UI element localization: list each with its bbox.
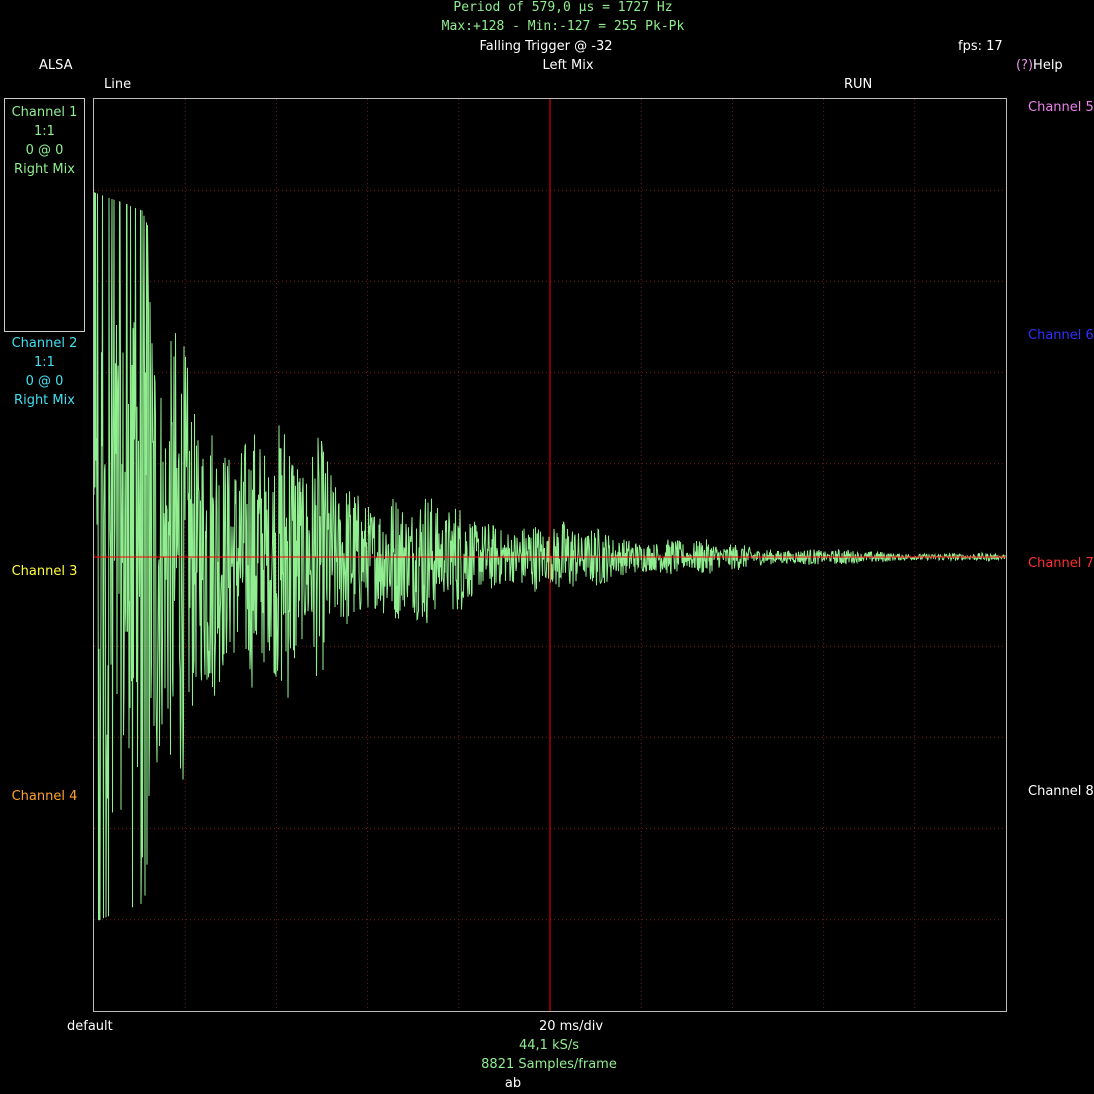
preset-name[interactable]: default (67, 1017, 113, 1036)
timebase[interactable]: 20 ms/div (539, 1017, 603, 1036)
channel-4-panel[interactable]: Channel 4 (4, 787, 85, 806)
trigger-mode[interactable]: Falling Trigger @ -32 (479, 37, 612, 56)
fps-counter: fps: 17 (958, 39, 1003, 54)
help-button[interactable]: (?)Help (1016, 56, 1063, 75)
run-state[interactable]: RUN (844, 75, 872, 94)
channel-1-panel[interactable]: Channel 1 1:1 0 @ 0 Right Mix (4, 103, 85, 179)
channel-8-label[interactable]: Channel 8 (1028, 784, 1094, 799)
channel-4-label: Channel 4 (11, 789, 78, 804)
channel-6-label[interactable]: Channel 6 (1028, 328, 1094, 343)
channel-1-scale[interactable]: 1:1 (4, 122, 85, 141)
audio-source[interactable]: ALSA (39, 56, 73, 75)
channel-2-scale[interactable]: 1:1 (4, 353, 85, 372)
channel-3-panel[interactable]: Channel 3 (4, 562, 85, 581)
channel-1-offset[interactable]: 0 @ 0 (4, 141, 85, 160)
channel-1-source[interactable]: Right Mix (4, 160, 85, 179)
display-mode[interactable]: ab (505, 1074, 521, 1093)
help-label: Help (1033, 58, 1063, 73)
channel-2-panel[interactable]: Channel 2 1:1 0 @ 0 Right Mix (4, 334, 85, 410)
period-readout: Period of 579,0 µs = 1727 Hz (453, 0, 673, 15)
trigger-channel[interactable]: Left Mix (542, 56, 593, 75)
scope-display[interactable] (93, 98, 1007, 1012)
help-icon: (?) (1016, 58, 1034, 73)
amplitude-readout: Max:+128 - Min:-127 = 255 Pk-Pk (441, 19, 685, 34)
channel-3-label: Channel 3 (11, 564, 78, 579)
channel-5-label[interactable]: Channel 5 (1028, 100, 1094, 115)
channel-7-label[interactable]: Channel 7 (1028, 556, 1094, 571)
channel-2-offset[interactable]: 0 @ 0 (4, 372, 85, 391)
channel-2-source[interactable]: Right Mix (4, 391, 85, 410)
samples-per-frame: 8821 Samples/frame (481, 1057, 617, 1072)
channel-2-label: Channel 2 (11, 336, 78, 351)
channel-1-label: Channel 1 (11, 105, 78, 120)
scope-svg (94, 99, 1006, 1011)
input-line[interactable]: Line (104, 75, 131, 94)
sample-rate: 44,1 kS/s (518, 1038, 580, 1053)
